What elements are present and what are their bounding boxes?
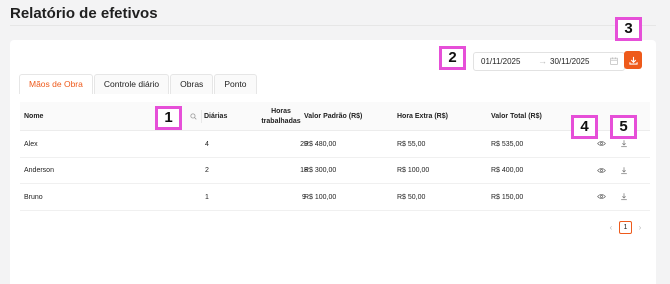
eye-icon[interactable] — [597, 193, 606, 200]
workforce-table: Nome Diárias Horas trabalhadas Valor Pad… — [20, 102, 650, 211]
header-nome: Nome — [24, 113, 44, 120]
tab-controle-diario[interactable]: Controle diário — [93, 74, 170, 94]
cell-diarias: 1 — [205, 193, 209, 201]
table-row: Alex 4 29 R$ 480,00 R$ 55,00 R$ 535,00 — [20, 131, 650, 158]
header-diarias: Diárias — [204, 113, 228, 120]
header-valor-padrao: Valor Padrão (R$) — [304, 113, 363, 120]
marker-1: 1 — [155, 106, 182, 130]
cell-valor-padrao: R$ 100,00 — [304, 193, 337, 201]
header-hora-extra: Hora Extra (R$) — [397, 113, 448, 120]
table-header: Nome Diárias Horas trabalhadas Valor Pad… — [20, 102, 650, 131]
cell-valor-total: R$ 400,00 — [491, 167, 524, 174]
cell-diarias: 2 — [205, 167, 209, 174]
cell-hora-extra: R$ 50,00 — [397, 193, 426, 201]
tab-maos-de-obra[interactable]: Mãos de Obra — [19, 74, 93, 94]
end-date-input[interactable]: 30/11/2025 — [550, 57, 589, 66]
title-divider — [10, 25, 656, 26]
download-icon[interactable] — [620, 192, 628, 201]
cell-valor-total: R$ 150,00 — [491, 193, 524, 201]
marker-5: 5 — [610, 115, 637, 139]
download-icon[interactable] — [620, 139, 628, 148]
table-row: Bruno 1 9 R$ 100,00 R$ 50,00 R$ 150,00 — [20, 184, 650, 211]
page-title: Relatório de efetivos — [10, 5, 158, 22]
prev-page-button[interactable]: ‹ — [606, 223, 616, 232]
calendar-icon — [610, 57, 618, 65]
cell-diarias: 4 — [205, 140, 209, 148]
tab-bar: Mãos de Obra Controle diário Obras Ponto — [19, 74, 258, 94]
download-icon[interactable] — [620, 166, 628, 175]
header-valor-total: Valor Total (R$) — [491, 113, 542, 120]
eye-icon[interactable] — [597, 140, 606, 147]
eye-icon[interactable] — [597, 167, 606, 174]
date-range-picker[interactable]: 01/11/2025 → 30/11/2025 — [473, 52, 625, 71]
range-arrow-icon: → — [538, 56, 547, 66]
cell-valor-padrao: R$ 300,00 — [304, 167, 337, 174]
marker-3: 3 — [615, 17, 642, 41]
cell-nome: Bruno — [24, 193, 43, 201]
table-row: Anderson 2 18 R$ 300,00 R$ 100,00 R$ 400… — [20, 158, 650, 184]
tab-ponto[interactable]: Ponto — [214, 74, 257, 94]
column-divider — [201, 110, 202, 123]
cell-hora-extra: R$ 55,00 — [397, 140, 426, 148]
cell-hora-extra: R$ 100,00 — [397, 167, 430, 174]
next-page-button[interactable]: › — [635, 223, 645, 232]
report-card: 01/11/2025 → 30/11/2025 Mãos de Obra Con… — [10, 40, 656, 284]
tab-obras[interactable]: Obras — [170, 74, 214, 94]
search-icon[interactable] — [190, 113, 197, 120]
start-date-input[interactable]: 01/11/2025 — [481, 57, 520, 66]
download-icon — [628, 56, 638, 65]
export-button[interactable] — [624, 51, 642, 69]
cell-valor-padrao: R$ 480,00 — [304, 140, 337, 148]
pagination: ‹ 1 › — [606, 221, 645, 234]
cell-valor-total: R$ 535,00 — [491, 140, 524, 148]
cell-nome: Anderson — [24, 167, 54, 174]
page-1-button[interactable]: 1 — [619, 221, 632, 234]
marker-2: 2 — [439, 46, 466, 70]
cell-nome: Alex — [24, 140, 38, 148]
marker-4: 4 — [571, 115, 598, 139]
header-horas: Horas trabalhadas — [261, 107, 301, 125]
